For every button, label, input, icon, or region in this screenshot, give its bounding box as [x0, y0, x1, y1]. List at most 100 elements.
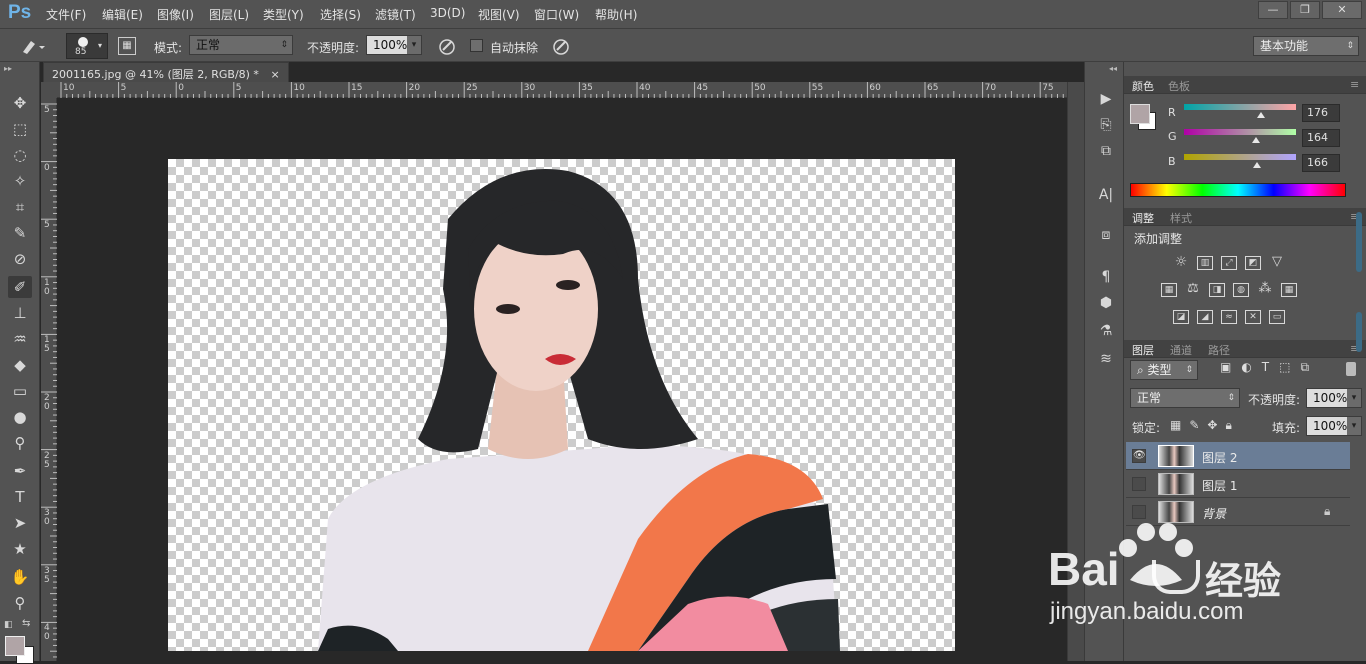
default-colors-icon[interactable]: ◧: [4, 620, 13, 630]
hand-tool-icon[interactable]: ✋: [8, 566, 32, 588]
layer-opacity-input[interactable]: 100% ▾: [1306, 388, 1362, 408]
brightness-icon[interactable]: ☼: [1173, 255, 1189, 270]
healing-brush-tool-icon[interactable]: ⊘: [8, 248, 32, 270]
fill-input[interactable]: 100% ▾: [1306, 416, 1362, 436]
opacity-input[interactable]: 100% ▾: [366, 35, 422, 55]
exposure-icon[interactable]: ◩: [1245, 256, 1261, 270]
vibrance-icon[interactable]: ▽: [1269, 255, 1285, 270]
menu-select[interactable]: 选择(S): [320, 6, 361, 23]
menu-window[interactable]: 窗口(W): [534, 6, 579, 23]
foreground-color-swatch[interactable]: [5, 636, 25, 656]
minimize-button[interactable]: —: [1258, 1, 1288, 19]
channel-b-slider[interactable]: [1184, 154, 1296, 160]
eraser-tool-preset-icon[interactable]: [20, 37, 46, 55]
filter-toggle-icon[interactable]: [1346, 362, 1356, 376]
move-tool-icon[interactable]: ✥: [8, 92, 32, 114]
auto-erase-checkbox[interactable]: [470, 39, 483, 52]
menu-edit[interactable]: 编辑(E): [102, 6, 143, 23]
close-tab-icon[interactable]: ×: [270, 68, 279, 81]
blend-mode-select[interactable]: 正常 ⇕: [1130, 388, 1240, 408]
posterize-icon[interactable]: ◢: [1197, 310, 1213, 324]
menu-view[interactable]: 视图(V): [478, 6, 520, 23]
channel-b-value[interactable]: 166: [1302, 154, 1340, 172]
shape-tool-icon[interactable]: ★: [8, 538, 32, 560]
brush-panel-toggle-icon[interactable]: ▦: [118, 37, 136, 55]
channel-mixer-icon[interactable]: ⁂: [1257, 282, 1273, 297]
character-panel-icon[interactable]: A|: [1095, 184, 1117, 206]
layer-row[interactable]: 图层 1: [1126, 470, 1350, 498]
close-window-button[interactable]: ✕: [1322, 1, 1362, 19]
collapse-arrows-icon[interactable]: ▸▸: [4, 64, 12, 73]
tab-swatches[interactable]: 色板: [1168, 78, 1190, 94]
crop-tool-icon[interactable]: ⌗: [8, 196, 32, 218]
type-tool-icon[interactable]: T: [8, 486, 32, 508]
visibility-toggle-empty[interactable]: [1132, 477, 1146, 491]
tab-styles[interactable]: 样式: [1170, 210, 1192, 226]
menu-filter[interactable]: 滤镜(T): [375, 6, 416, 23]
levels-icon[interactable]: ▥: [1197, 256, 1213, 270]
history-brush-tool-icon[interactable]: ♒: [8, 328, 32, 350]
channel-r-value[interactable]: 176: [1302, 104, 1340, 122]
paragraph-icon[interactable]: ¶: [1095, 266, 1117, 288]
restore-button[interactable]: ❐: [1290, 1, 1320, 19]
menu-image[interactable]: 图像(I): [157, 6, 194, 23]
channel-b-thumb[interactable]: [1252, 162, 1261, 168]
pressure-size-icon[interactable]: [551, 36, 571, 56]
menu-3d[interactable]: 3D(D): [430, 6, 465, 20]
visibility-toggle-empty[interactable]: [1132, 505, 1146, 519]
channel-g-value[interactable]: 164: [1302, 129, 1340, 147]
color-fg-swatch[interactable]: [1130, 104, 1150, 124]
marquee-tool-icon[interactable]: ⬚: [8, 118, 32, 140]
invert-icon[interactable]: ◪: [1173, 310, 1189, 324]
3d-icon[interactable]: ⬢: [1095, 292, 1117, 314]
channel-g-slider[interactable]: [1184, 129, 1296, 135]
gradient-tool-icon[interactable]: ▭: [8, 380, 32, 402]
gradient-map-icon[interactable]: ▭: [1269, 310, 1285, 324]
color-balance-icon[interactable]: ⚖: [1185, 282, 1201, 297]
tool-presets-icon[interactable]: ⚗: [1095, 320, 1117, 342]
lasso-tool-icon[interactable]: ◌: [8, 144, 32, 166]
brush-presets-icon[interactable]: ≋: [1095, 348, 1117, 370]
menu-type[interactable]: 类型(Y): [263, 6, 304, 23]
eraser-tool-icon[interactable]: ✐: [8, 276, 32, 298]
layer-filter-icons[interactable]: ▣◐T⬚⧉: [1220, 360, 1319, 375]
magic-wand-tool-icon[interactable]: ✧: [8, 170, 32, 192]
threshold-icon[interactable]: ≈: [1221, 310, 1237, 324]
dodge-tool-icon[interactable]: ⚲: [8, 432, 32, 454]
color-lookup-icon[interactable]: ▦: [1281, 283, 1297, 297]
brush-size-picker[interactable]: 85 ▾: [66, 33, 108, 59]
swap-colors-icon[interactable]: ⇆: [22, 618, 30, 629]
stamp-tool-icon[interactable]: ⊥: [8, 302, 32, 324]
panel-menu-icon[interactable]: ≡: [1350, 78, 1359, 91]
menu-file[interactable]: 文件(F): [46, 6, 86, 23]
black-white-icon[interactable]: ◨: [1209, 283, 1225, 297]
mode-select[interactable]: 正常 ⇕: [189, 35, 293, 55]
vertical-ruler[interactable]: 5 0 5 1 0 1 5 2 0 2 5 3 0 3 5 4 0: [41, 98, 57, 661]
blur-tool-icon[interactable]: ●: [8, 406, 32, 428]
curves-icon[interactable]: ⤢: [1221, 256, 1237, 270]
selective-color-icon[interactable]: ✕: [1245, 310, 1261, 324]
ruler-origin[interactable]: [41, 82, 57, 98]
channel-r-slider[interactable]: [1184, 104, 1296, 110]
tab-color[interactable]: 颜色: [1132, 78, 1154, 94]
tab-layers[interactable]: 图层: [1132, 342, 1154, 358]
layer-filter-select[interactable]: ⌕ 类型 ⇕: [1130, 360, 1198, 380]
workspace-select[interactable]: 基本功能 ⇕: [1253, 36, 1359, 56]
eye-icon[interactable]: 👁︎: [1132, 449, 1146, 463]
document-tab[interactable]: 2001165.jpg @ 41% (图层 2, RGB/8) * ×: [43, 62, 289, 82]
play-actions-icon[interactable]: ▶: [1095, 88, 1117, 110]
clone-source-icon[interactable]: ⧉: [1095, 140, 1117, 162]
pressure-opacity-icon[interactable]: [437, 36, 457, 56]
color-spectrum-bar[interactable]: [1130, 183, 1346, 197]
photo-filter-icon[interactable]: ◍: [1233, 283, 1249, 297]
path-selection-tool-icon[interactable]: ➤: [8, 512, 32, 534]
channel-r-thumb[interactable]: [1257, 112, 1266, 118]
pen-tool-icon[interactable]: ✒: [8, 460, 32, 482]
tab-adjustments[interactable]: 调整: [1132, 210, 1154, 226]
channel-g-thumb[interactable]: [1251, 137, 1260, 143]
horizontal-ruler[interactable]: 10 5 0 5 10 15 20 25 30 35 40 45 50 55 60 65 70 75: [57, 82, 1067, 98]
menu-layer[interactable]: 图层(L): [209, 6, 249, 23]
eyedropper-tool-icon[interactable]: ✎: [8, 222, 32, 244]
collapse-arrows-icon[interactable]: ◂◂: [1109, 64, 1117, 73]
history-icon[interactable]: ⎘: [1095, 114, 1117, 136]
